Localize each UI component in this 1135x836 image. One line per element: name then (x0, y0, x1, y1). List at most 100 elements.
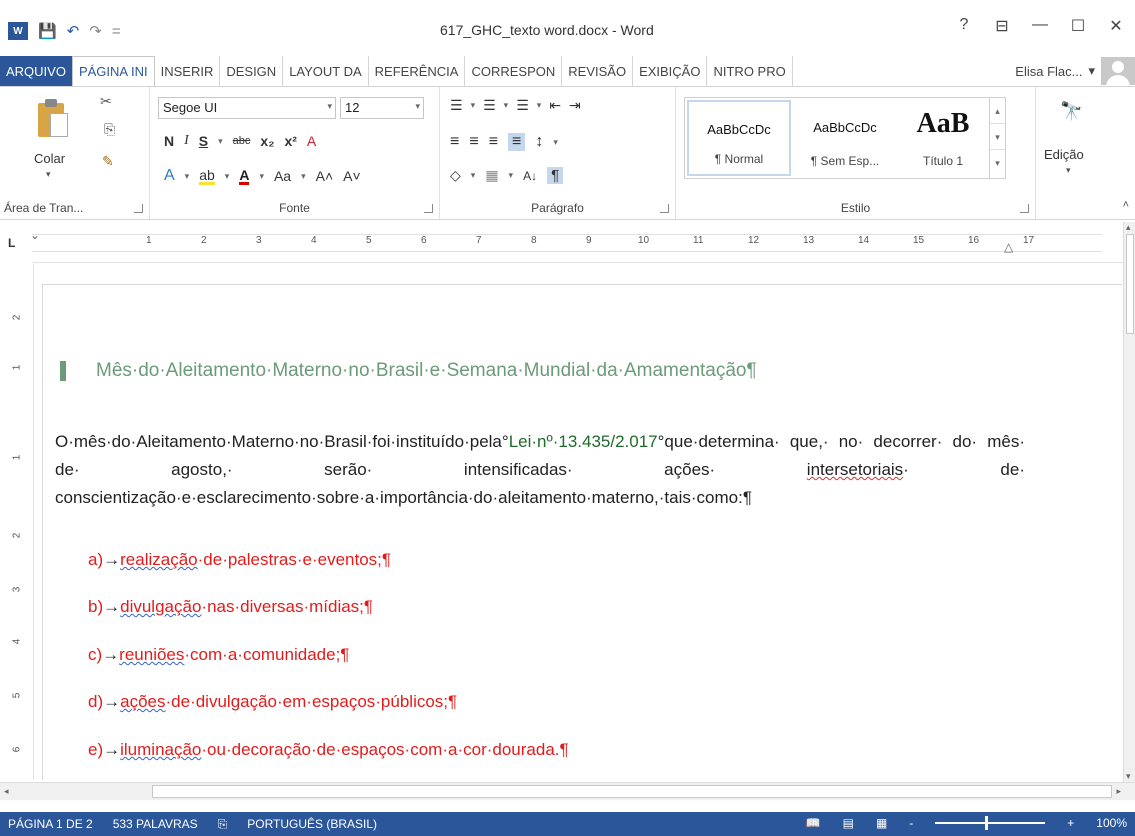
styles-launcher-icon[interactable] (1020, 204, 1029, 213)
chevron-up-icon[interactable]: ▴ (990, 98, 1005, 124)
underline-dropdown-icon[interactable]: ▾ (218, 136, 223, 147)
tab-arquivo[interactable]: ARQUIVO (0, 56, 72, 86)
clear-formatting-button[interactable]: A (307, 133, 316, 149)
chevron-down-icon[interactable]: ▾ (259, 171, 264, 182)
align-center-button[interactable]: ≡ (469, 133, 478, 151)
language[interactable]: PORTUGUÊS (BRASIL) (247, 817, 377, 831)
list-item[interactable]: d)→ações·de·divulgação·em·espaços·públic… (88, 692, 457, 712)
paste-dropdown-icon[interactable]: ▾ (46, 169, 51, 180)
vertical-scrollbar[interactable]: ▴ ▾ (1123, 222, 1135, 782)
paragraph-launcher-icon[interactable] (660, 204, 669, 213)
list-item[interactable]: e)→iluminação·ou·decoração·de·espaços·co… (88, 740, 569, 760)
redo-icon[interactable]: ↷ (89, 24, 102, 39)
sort-button[interactable]: A↓ (523, 169, 537, 183)
more-styles-icon[interactable]: ▾ (990, 150, 1005, 176)
bold-button[interactable]: N (164, 133, 174, 149)
tab-exibicao[interactable]: EXIBIÇÃO (633, 56, 708, 86)
grammar-flagged-word[interactable]: iluminação (120, 740, 201, 759)
word-count[interactable]: 533 PALAVRAS (113, 817, 198, 831)
font-launcher-icon[interactable] (424, 204, 433, 213)
cut-icon[interactable]: ✂ (100, 93, 112, 110)
italic-button[interactable]: I (184, 133, 189, 149)
binoculars-icon[interactable]: 🔭 (1060, 101, 1082, 122)
ribbon-display-options-button[interactable]: ⊟ (983, 16, 1021, 36)
style-normal[interactable]: AaBbCcDc ¶ Normal (687, 100, 791, 176)
maximize-button[interactable]: ☐ (1059, 16, 1097, 36)
tab-correspondencias[interactable]: CORRESPON (465, 56, 563, 86)
right-indent-marker[interactable]: △ (1004, 240, 1013, 254)
font-color-button[interactable]: A (239, 168, 250, 185)
ruler-track[interactable] (32, 234, 1102, 252)
superscript-button[interactable]: x² (284, 133, 296, 149)
spelling-error-word[interactable]: intersetoriais (807, 460, 903, 479)
font-family-select[interactable]: Segoe UI ▾ (158, 97, 336, 119)
list-item[interactable]: c)→reuniões·com·a·comunidade;¶ (88, 645, 349, 665)
chevron-down-icon[interactable]: ▾ (553, 137, 558, 148)
grammar-flagged-word[interactable]: ações (120, 692, 165, 711)
horizontal-scrollbar[interactable]: ◂ ▸ (0, 782, 1135, 800)
strikethrough-button[interactable]: abc (233, 135, 251, 147)
tab-layout[interactable]: LAYOUT DA (283, 56, 369, 86)
zoom-slider-knob[interactable] (985, 816, 989, 830)
read-mode-icon[interactable]: 📖 (806, 816, 821, 830)
style-sem-espacamento[interactable]: AaBbCcDc ¶ Sem Esp... (793, 100, 897, 176)
tab-design[interactable]: DESIGN (220, 56, 284, 86)
tab-inserir[interactable]: INSERIR (155, 56, 221, 86)
align-left-button[interactable]: ≡ (450, 133, 459, 151)
clipboard-launcher-icon[interactable] (134, 204, 143, 213)
scroll-right-icon[interactable]: ▸ (1116, 786, 1121, 797)
vertical-scroll-thumb[interactable] (1126, 234, 1134, 334)
tab-referencias[interactable]: REFERÊNCIA (369, 56, 466, 86)
customize-qat-icon[interactable]: = (112, 24, 121, 39)
zoom-level[interactable]: 100% (1096, 816, 1127, 830)
shrink-font-button[interactable]: A˅ (343, 168, 361, 184)
grammar-flagged-word[interactable]: realização (120, 550, 198, 569)
grammar-flagged-word[interactable]: divulgação (120, 597, 201, 616)
close-button[interactable]: ✕ (1097, 16, 1135, 36)
horizontal-scroll-thumb[interactable] (152, 785, 1112, 798)
web-layout-icon[interactable]: ▦ (876, 816, 887, 830)
numbering-button[interactable]: ☰ (483, 97, 496, 114)
tab-pagina-inicial[interactable]: PÁGINA INI (71, 55, 155, 87)
line-spacing-button[interactable]: ↕ (535, 133, 543, 151)
zoom-slider[interactable] (935, 816, 1046, 830)
paste-button[interactable]: Colar (34, 151, 65, 166)
tab-selector[interactable]: L (8, 236, 20, 250)
copy-icon[interactable]: ⎘ (104, 121, 115, 138)
shading-button[interactable]: ◇ (450, 167, 461, 184)
print-layout-icon[interactable]: ▤ (843, 816, 854, 830)
multilevel-list-button[interactable]: ☰ (516, 97, 529, 114)
body-paragraph[interactable]: O·mês·do·Aleitamento·Materno·no·Brasil·f… (55, 428, 1025, 512)
style-titulo-1[interactable]: AaB Título 1 (897, 100, 989, 176)
align-right-button[interactable]: ≡ (489, 133, 498, 151)
chevron-down-icon[interactable]: ▾ (471, 100, 476, 111)
underline-button[interactable]: S (199, 133, 208, 149)
chevron-down-icon[interactable]: ▾ (301, 171, 306, 182)
decrease-indent-button[interactable]: ⇤ (549, 97, 561, 114)
help-button[interactable]: ? (945, 16, 983, 36)
tab-revisao[interactable]: REVISÃO (562, 56, 634, 86)
chevron-down-icon[interactable]: ▾ (471, 170, 476, 181)
borders-button[interactable]: ▦ (485, 167, 498, 184)
tab-nitro-pro[interactable]: NITRO PRO (707, 56, 793, 86)
save-icon[interactable]: 💾 (38, 24, 57, 39)
justify-button[interactable]: ≡ (508, 133, 526, 151)
chevron-down-icon[interactable]: ▾ (537, 100, 542, 111)
bullets-button[interactable]: ☰ (450, 97, 463, 114)
chevron-down-icon[interactable]: ▾ (185, 171, 190, 182)
chevron-down-icon[interactable]: ▾ (225, 171, 230, 182)
subscript-button[interactable]: x₂ (260, 133, 274, 149)
editing-button[interactable]: Edição (1044, 147, 1084, 162)
document-heading[interactable]: Mês·do·Aleitamento·Materno·no·Brasil·e·S… (96, 360, 757, 382)
scroll-up-icon[interactable]: ▴ (1126, 222, 1131, 233)
chevron-down-icon[interactable]: ▾ (509, 170, 514, 181)
chevron-down-icon[interactable]: ▾ (504, 100, 509, 111)
chevron-down-icon[interactable]: ▾ (1066, 165, 1071, 176)
styles-gallery-scroll[interactable]: ▴ ▾ ▾ (989, 98, 1005, 178)
user-account[interactable]: Elisa Flac... ▾ (1015, 56, 1135, 86)
text-effects-button[interactable]: A (164, 167, 175, 185)
undo-icon[interactable]: ↶ (67, 24, 80, 39)
first-line-indent-marker[interactable]: ⌄ (30, 228, 40, 242)
zoom-out-button[interactable]: - (909, 816, 913, 830)
format-painter-icon[interactable]: ✎ (102, 153, 114, 170)
